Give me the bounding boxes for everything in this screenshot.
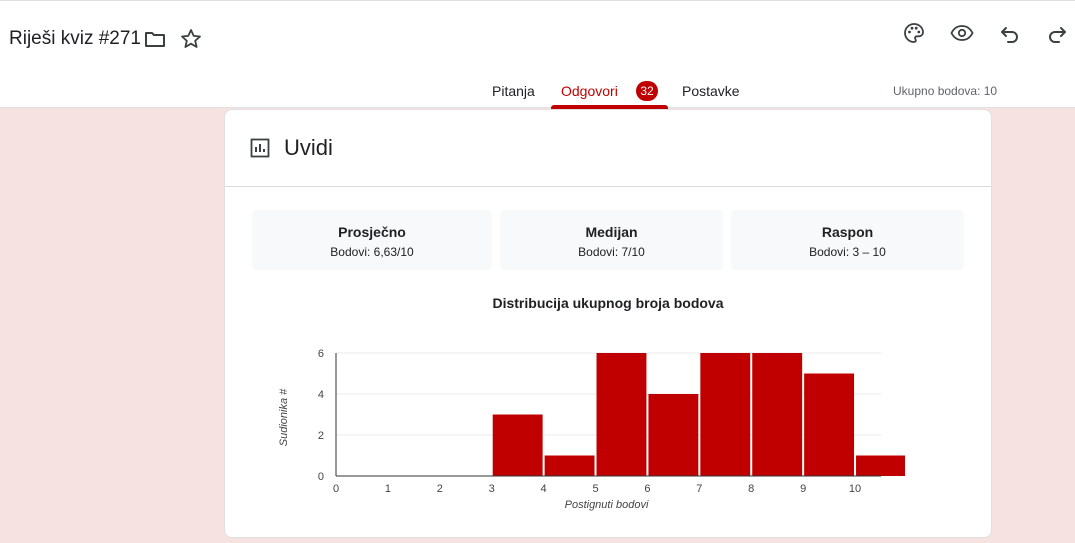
x-tick-label: 9 [800,483,806,495]
eye-icon[interactable] [950,21,974,45]
stat-value: Bodovi: 3 – 10 [809,245,886,259]
folder-icon[interactable] [143,27,167,51]
tab-responses[interactable]: Odgovori [561,83,618,99]
x-tick-label: 6 [644,483,650,495]
insights-card: Uvidi Prosječno Bodovi: 6,63/10 Medijan … [224,109,992,538]
palette-icon[interactable] [902,21,926,45]
redo-icon[interactable] [1045,21,1069,45]
bar [544,455,595,476]
bar [804,373,855,476]
x-tick-label: 10 [849,483,861,495]
stat-value: Bodovi: 7/10 [578,245,645,259]
responses-count-badge: 32 [636,81,658,101]
stat-average: Prosječno Bodovi: 6,63/10 [252,210,492,270]
x-tick-label: 2 [437,483,443,495]
y-tick-label: 0 [318,471,324,483]
bar [648,394,699,476]
bar [596,353,647,476]
tab-settings[interactable]: Postavke [682,83,740,99]
y-tick-label: 2 [318,430,324,442]
y-tick-label: 4 [318,389,324,401]
chart-title: Distribucija ukupnog broja bodova [492,295,724,311]
stat-value: Bodovi: 6,63/10 [330,245,414,259]
star-icon[interactable] [179,27,203,51]
score-distribution-chart: 0 2 4 6 0 1 2 3 4 5 6 7 8 9 10 Postignuti bodovi Sudioni… [278,348,905,511]
x-tick-label: 0 [333,483,339,495]
tab-questions[interactable]: Pitanja [492,83,535,99]
x-tick-label: 5 [592,483,598,495]
bar [752,353,803,476]
bar [700,353,751,476]
bar-chart-icon [248,136,272,160]
x-axis-label: Postignuti bodovi [565,499,649,511]
x-tick-label: 3 [489,483,495,495]
total-points: Ukupno bodova: 10 [893,84,998,98]
x-tick-label: 1 [385,483,391,495]
x-tick-label: 7 [696,483,702,495]
stat-median: Medijan Bodovi: 7/10 [500,210,723,270]
x-tick-label: 8 [748,483,754,495]
stat-label: Medijan [585,224,638,240]
stat-label: Prosječno [338,224,406,240]
x-tick-label: 4 [541,483,547,495]
y-axis-label: Sudionika # [278,388,290,446]
form-title[interactable]: Riješi kviz #271 [9,28,141,50]
insights-header: Uvidi [225,110,991,187]
undo-icon[interactable] [998,21,1022,45]
stat-label: Raspon [821,224,874,240]
y-tick-label: 6 [318,348,324,360]
insights-title: Uvidi [284,135,333,160]
top-bar: Riješi kviz #271 Pitanja Odgovori 32 Pos… [0,0,1075,109]
stat-range: Raspon Bodovi: 3 – 10 [731,210,964,270]
bar [856,455,905,476]
bar [492,414,543,476]
